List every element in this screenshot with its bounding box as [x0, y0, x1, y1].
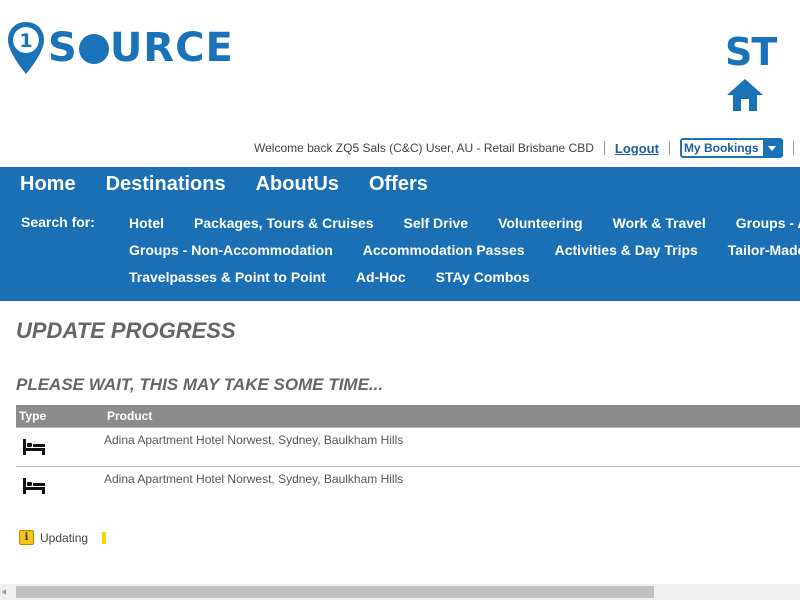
- nav-travelpasses[interactable]: Travelpasses & Point to Point: [129, 269, 326, 285]
- progress-table: Type Product Adina Apartment Hotel Norwe…: [16, 405, 800, 505]
- map-pin-icon: 1: [8, 22, 44, 74]
- nav-groups-non-accommodation[interactable]: Groups - Non-Accommodation: [129, 242, 333, 258]
- nav-activities-day-trips[interactable]: Activities & Day Trips: [555, 242, 698, 258]
- table-row: Adina Apartment Hotel Norwest, Sydney, B…: [16, 427, 800, 466]
- table-header: Type Product: [16, 405, 800, 427]
- primary-nav: Home Destinations AboutUs Offers: [20, 172, 458, 196]
- bed-icon: [23, 439, 45, 455]
- info-icon: i: [19, 530, 34, 545]
- product-name: Adina Apartment Hotel Norwest, Sydney, B…: [104, 472, 404, 486]
- nav-packages-tours-cruises[interactable]: Packages, Tours & Cruises: [194, 215, 373, 231]
- bed-icon: [23, 478, 45, 494]
- nav-hotel[interactable]: Hotel: [129, 215, 164, 231]
- globe-icon: [78, 34, 109, 64]
- status-indicator: i Updating: [19, 530, 107, 545]
- house-icon: [727, 79, 763, 111]
- nav-tailor-made[interactable]: Tailor-Made: [728, 242, 800, 258]
- scrollbar-thumb[interactable]: [16, 586, 654, 598]
- horizontal-scrollbar[interactable]: [0, 584, 800, 600]
- nav-home[interactable]: Home: [20, 172, 76, 196]
- site-header: 1 S URCE ST: [0, 0, 800, 135]
- product-name: Adina Apartment Hotel Norwest, Sydney, B…: [104, 433, 404, 447]
- scroll-left-arrow-icon[interactable]: [2, 589, 6, 595]
- column-header-type: Type: [19, 409, 47, 423]
- my-bookings-label: My Bookings: [683, 141, 759, 155]
- main-content: UPDATE PROGRESS PLEASE WAIT, THIS MAY TA…: [16, 318, 800, 545]
- nav-groups-accommodation[interactable]: Groups - Acco: [736, 215, 800, 231]
- onesource-logo[interactable]: 1 S URCE: [6, 20, 234, 76]
- nav-volunteering[interactable]: Volunteering: [498, 215, 583, 231]
- partner-logo[interactable]: ST: [725, 30, 800, 118]
- page-title: UPDATE PROGRESS: [16, 318, 236, 343]
- my-bookings-dropdown[interactable]: My Bookings: [679, 138, 783, 158]
- nav-ad-hoc[interactable]: Ad-Hoc: [356, 269, 406, 285]
- user-bar: Welcome back ZQ5 Sals (C&C) User, AU - R…: [254, 138, 800, 158]
- nav-accommodation-passes[interactable]: Accommodation Passes: [363, 242, 525, 258]
- table-row: Adina Apartment Hotel Norwest, Sydney, B…: [16, 466, 800, 505]
- nav-work-travel[interactable]: Work & Travel: [613, 215, 706, 231]
- logo-text-end: URCE: [109, 25, 234, 71]
- nav-offers[interactable]: Offers: [369, 172, 428, 196]
- main-navigation: Home Destinations AboutUs Offers Search …: [0, 167, 800, 301]
- product-nav-row-1: Hotel Packages, Tours & Cruises Self Drive…: [129, 214, 800, 232]
- column-header-product: Product: [107, 409, 153, 423]
- product-nav-row-3: Travelpasses & Point to Point Ad-Hoc STAy …: [129, 268, 560, 286]
- nav-aboutus[interactable]: AboutUs: [256, 172, 339, 196]
- divider: [603, 141, 605, 155]
- nav-self-drive[interactable]: Self Drive: [403, 215, 468, 231]
- partner-logo-text: ST: [725, 30, 777, 74]
- welcome-message: Welcome back ZQ5 Sals (C&C) User, AU - R…: [254, 141, 594, 155]
- product-nav-row-2: Groups - Non-Accommodation Accommodation …: [129, 241, 800, 259]
- logo-text-start: S: [48, 25, 78, 71]
- nav-destinations[interactable]: Destinations: [106, 172, 226, 196]
- chevron-down-icon[interactable]: [762, 140, 781, 156]
- logout-link[interactable]: Logout: [615, 141, 659, 156]
- page-subtitle: PLEASE WAIT, THIS MAY TAKE SOME TIME...: [16, 375, 384, 394]
- nav-stay-combos[interactable]: STAy Combos: [436, 269, 530, 285]
- search-for-label: Search for:: [21, 214, 95, 230]
- divider: [668, 141, 670, 155]
- status-text: Updating: [40, 530, 89, 545]
- logo-text: S URCE: [48, 20, 234, 76]
- divider: [792, 141, 794, 155]
- logo-number: 1: [19, 30, 32, 52]
- progress-bar: [102, 531, 107, 544]
